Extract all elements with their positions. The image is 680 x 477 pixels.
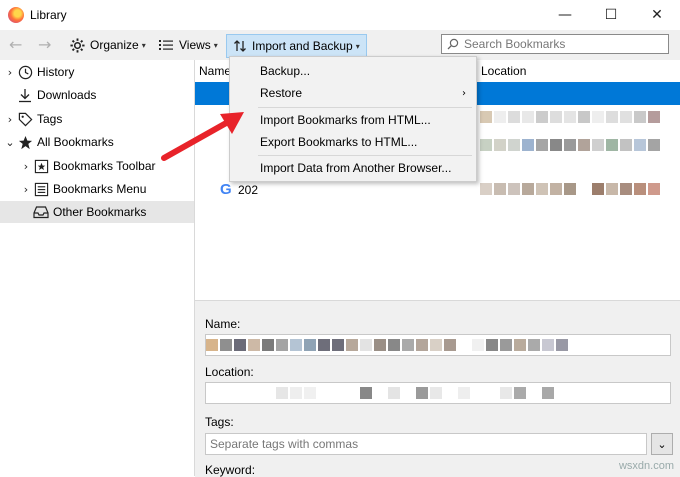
search-icon	[447, 38, 459, 50]
chevron-down-icon: ▾	[355, 41, 360, 51]
chevron-down-icon: ▾	[213, 40, 218, 50]
chevron-right-icon[interactable]: ›	[19, 160, 33, 173]
sidebar-item-bookmarks-menu[interactable]: › Bookmarks Menu	[0, 178, 194, 200]
gear-icon	[70, 37, 85, 53]
toolbar-star-icon	[33, 158, 49, 174]
chevron-right-icon: ›	[462, 87, 466, 99]
search-placeholder: Search Bookmarks	[464, 37, 566, 51]
menu-list-icon	[33, 181, 49, 197]
import-backup-menu: Backup... Restore › Import Bookmarks fro…	[229, 56, 477, 182]
maximize-button[interactable]: ☐	[588, 2, 634, 28]
sidebar-item-label: All Bookmarks	[37, 135, 114, 149]
list-view-icon	[159, 40, 173, 50]
watermark: wsxdn.com	[618, 460, 674, 472]
download-icon	[17, 87, 33, 103]
sidebar-item-label: Tags	[37, 112, 63, 126]
sidebar-item-label: History	[37, 65, 75, 79]
sidebar-item-label: Downloads	[37, 88, 97, 102]
clock-icon	[17, 64, 33, 80]
menu-item-backup[interactable]: Backup...	[230, 60, 476, 82]
star-icon	[17, 134, 33, 150]
name-label: Name:	[205, 317, 241, 331]
sidebar-item-history[interactable]: › History	[0, 61, 194, 83]
forward-icon[interactable]: →	[38, 35, 51, 54]
menu-item-label: Import Bookmarks from HTML...	[260, 113, 431, 127]
tags-placeholder: Separate tags with commas	[210, 437, 359, 451]
location-field[interactable]	[205, 382, 671, 404]
sidebar-item-label: Bookmarks Menu	[53, 182, 147, 196]
organize-button[interactable]: Organize ▾	[70, 34, 146, 56]
chevron-right-icon[interactable]: ›	[19, 183, 33, 196]
name-field[interactable]	[205, 334, 671, 356]
import-export-arrows-icon	[234, 40, 246, 52]
chevron-down-icon: ▾	[141, 40, 146, 50]
chevron-down-icon[interactable]: ⌄	[3, 136, 17, 149]
blurred-name	[206, 339, 570, 351]
bookmark-name: 202	[238, 183, 259, 197]
sidebar-item-other-bookmarks[interactable]: Other Bookmarks	[0, 201, 194, 223]
chevron-down-icon: ⌄	[657, 437, 667, 451]
menu-separator	[258, 107, 472, 108]
organize-label: Organize	[90, 38, 139, 52]
tags-input[interactable]: Separate tags with commas	[205, 433, 647, 455]
chevron-right-icon[interactable]: ›	[3, 66, 17, 79]
menu-item-label: Export Bookmarks to HTML...	[260, 135, 418, 149]
menu-item-import-html[interactable]: Import Bookmarks from HTML...	[230, 109, 476, 131]
menu-item-restore[interactable]: Restore ›	[230, 82, 476, 104]
sidebar-item-label: Other Bookmarks	[53, 205, 147, 219]
views-button[interactable]: Views ▾	[159, 34, 218, 56]
views-label: Views	[179, 38, 211, 52]
search-input[interactable]: Search Bookmarks	[441, 34, 669, 54]
menu-item-import-other-browser[interactable]: Import Data from Another Browser...	[230, 157, 476, 179]
minimize-button[interactable]: —	[542, 2, 588, 28]
import-backup-label: Import and Backup	[252, 39, 353, 53]
sidebar-item-label: Bookmarks Toolbar	[53, 159, 156, 173]
column-header-location[interactable]: Location	[475, 64, 526, 78]
table-row[interactable]: G 202	[195, 179, 680, 202]
menu-item-label: Backup...	[260, 64, 311, 78]
blurred-location	[480, 111, 662, 123]
blurred-location	[480, 139, 662, 151]
keyword-label: Keyword:	[205, 463, 256, 477]
import-backup-button[interactable]: Import and Backup ▾	[226, 34, 367, 58]
title-bar: Library — ☐ ✕	[0, 0, 680, 30]
tags-dropdown-button[interactable]: ⌄	[651, 433, 673, 455]
tags-label: Tags:	[205, 415, 234, 429]
back-icon[interactable]: ←	[9, 35, 22, 54]
firefox-logo-icon	[8, 7, 24, 23]
menu-separator	[258, 155, 472, 156]
annotation-arrow-icon	[161, 112, 244, 161]
location-label: Location:	[205, 365, 254, 379]
chevron-right-icon[interactable]: ›	[3, 113, 17, 126]
blurred-location	[276, 387, 556, 399]
menu-item-label: Import Data from Another Browser...	[260, 161, 452, 175]
tag-icon	[17, 111, 33, 127]
window-title: Library	[30, 8, 67, 22]
blurred-location	[480, 183, 662, 195]
menu-item-label: Restore	[260, 86, 303, 100]
close-button[interactable]: ✕	[634, 2, 680, 28]
tray-icon	[33, 204, 49, 220]
sidebar-item-downloads[interactable]: Downloads	[0, 84, 194, 106]
details-pane: Name: Location: Tags: Separate tags with…	[195, 300, 680, 477]
menu-item-export-html[interactable]: Export Bookmarks to HTML...	[230, 131, 476, 153]
google-favicon-icon: G	[220, 181, 232, 198]
